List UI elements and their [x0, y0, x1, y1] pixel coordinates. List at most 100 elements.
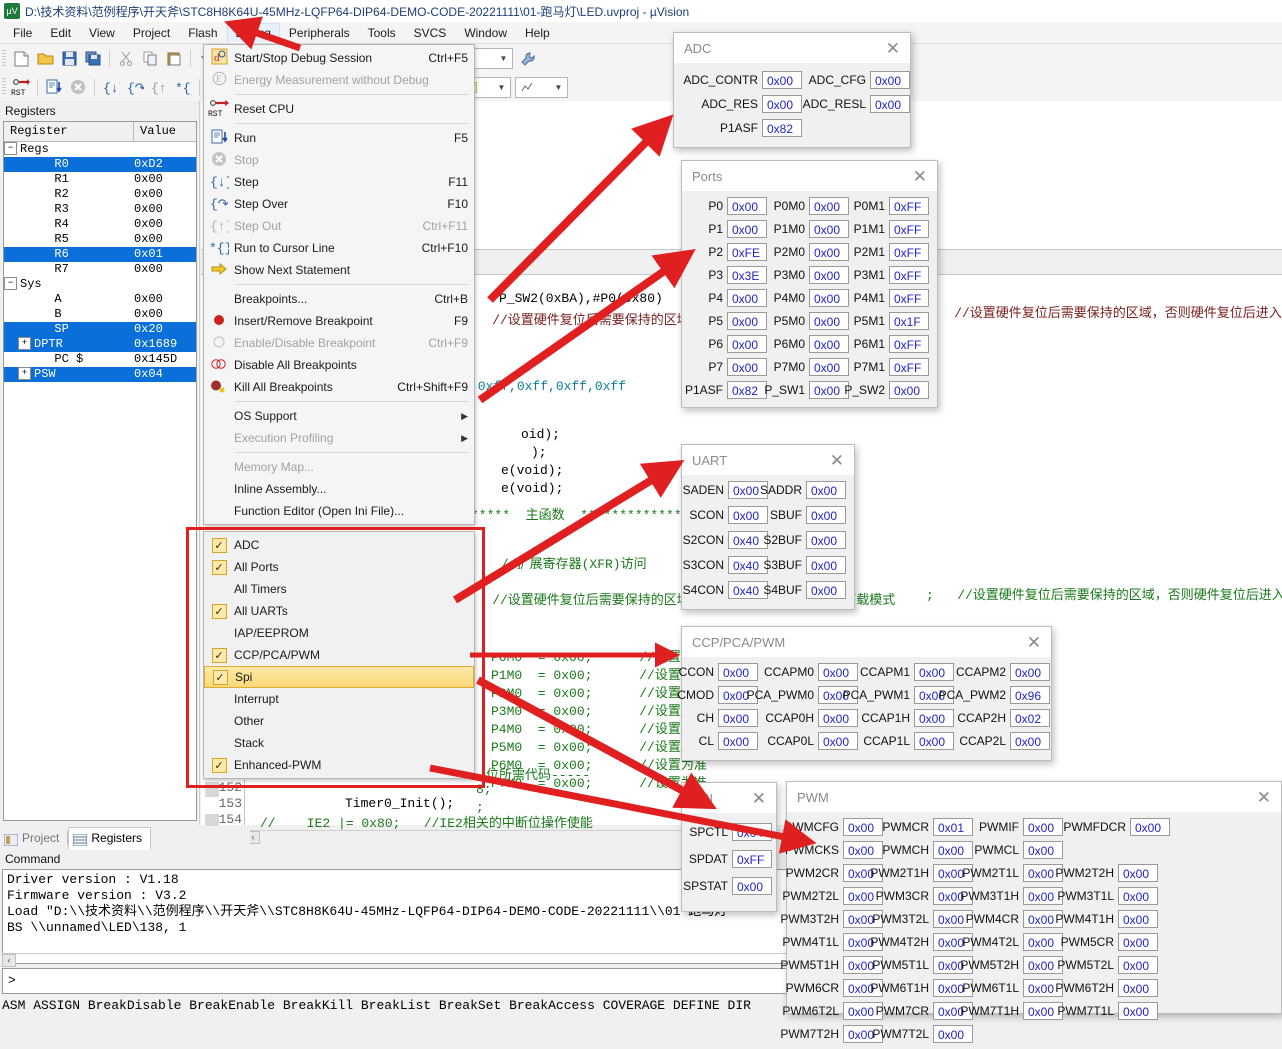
field-spctl[interactable]: SPCTL 0x04 — [686, 823, 772, 841]
field-value[interactable]: 0x00 — [727, 220, 767, 238]
menu-help[interactable]: Help — [516, 23, 559, 43]
field-pwm7t2l[interactable]: PWM7T2L 0x00 — [872, 1025, 973, 1043]
open-folder-icon[interactable] — [34, 48, 56, 70]
field-value[interactable]: 0x00 — [1118, 956, 1158, 974]
field-pwm5cr[interactable]: PWM5CR 0x00 — [1061, 933, 1158, 951]
expand-icon[interactable]: + — [18, 337, 31, 351]
field-pwm5t2l[interactable]: PWM5T2L 0x00 — [1057, 956, 1158, 974]
field-value[interactable]: 0x40 — [728, 531, 768, 549]
field-value[interactable]: 0x00 — [818, 732, 858, 750]
menu-item-start-stop-debug[interactable]: d Start/Stop Debug Session Ctrl+F5 — [204, 47, 474, 69]
spi-dialog[interactable]: SPI ✕ SPCTL 0x04 SPDAT 0xFF SPSTAT 0x00 — [681, 782, 777, 912]
field-p6[interactable]: P6 0x00 — [690, 335, 767, 353]
table-row[interactable]: B 0x00 — [4, 307, 196, 322]
field-adc-contr[interactable]: ADC_CONTR 0x00 — [683, 71, 802, 89]
field-value[interactable]: 0x00 — [809, 243, 849, 261]
field-pwmif[interactable]: PWMIF 0x00 — [973, 818, 1063, 836]
menu-item-run-to-cursor[interactable]: *{} Run to Cursor Line Ctrl+F10 — [204, 237, 474, 259]
field-pwmcr[interactable]: PWMCR 0x01 — [882, 818, 973, 836]
field-ccap0l[interactable]: CCAP0L 0x00 — [758, 732, 858, 750]
field-value[interactable]: 0x00 — [727, 358, 767, 376]
field-value[interactable]: 0x00 — [870, 71, 910, 89]
field-value[interactable]: 0x00 — [809, 381, 849, 399]
scroll-left-icon[interactable]: ‹ — [2, 954, 16, 967]
copy-icon[interactable] — [139, 48, 161, 70]
field-value[interactable]: 0x00 — [732, 877, 772, 895]
close-icon[interactable]: ✕ — [1023, 634, 1045, 651]
table-row[interactable]: + PSW 0x04 — [4, 367, 196, 382]
field-value[interactable]: 0x00 — [914, 732, 954, 750]
field-p7[interactable]: P7 0x00 — [690, 358, 767, 376]
field-saddr[interactable]: SADDR 0x00 — [760, 481, 846, 499]
field-value[interactable]: 0x00 — [718, 709, 758, 727]
field-value[interactable]: 0x00 — [1118, 887, 1158, 905]
field-value[interactable]: 0x00 — [1023, 818, 1063, 836]
ccp-dialog-titlebar[interactable]: CCP/PCA/PWM ✕ — [682, 627, 1051, 657]
uart-dialog[interactable]: UART ✕ SADEN 0x00 SADDR 0x00 SCON 0x00 SBUF 0x0… — [681, 444, 855, 610]
step-over-icon[interactable]: {↷} — [124, 76, 146, 98]
field-p3[interactable]: P3 0x3E — [690, 266, 767, 284]
field-value[interactable]: 0x01 — [933, 818, 973, 836]
field-pwm4t2h[interactable]: PWM4T2H 0x00 — [870, 933, 973, 951]
field-value[interactable]: 0x00 — [843, 841, 883, 859]
field-value[interactable]: 0x00 — [728, 506, 768, 524]
field-value[interactable]: 0x00 — [1118, 864, 1158, 882]
field-value[interactable]: 0xFF — [889, 197, 929, 215]
adc-dialog[interactable]: ADC ✕ ADC_CONTR 0x00 ADC_CFG 0x00 ADC_RE… — [673, 32, 911, 148]
toolbar-grip[interactable] — [2, 49, 6, 68]
table-row[interactable]: R5 0x00 — [4, 232, 196, 247]
menu-item-run[interactable]: Run F5 — [204, 127, 474, 149]
field-s2buf[interactable]: S2BUF 0x00 — [763, 531, 846, 549]
field-value[interactable]: 0x82 — [727, 381, 767, 399]
field-p3m0[interactable]: P3M0 0x00 — [767, 266, 849, 284]
field-value[interactable]: 0x00 — [870, 95, 910, 113]
menu-item-step-over[interactable]: {↷} Step Over F10 — [204, 193, 474, 215]
table-row[interactable]: R4 0x00 — [4, 217, 196, 232]
tab-project[interactable]: Project — [0, 828, 67, 848]
field-p4[interactable]: P4 0x00 — [690, 289, 767, 307]
field-p1asf[interactable]: P1ASF 0x82 — [684, 119, 802, 137]
spi-dialog-titlebar[interactable]: SPI ✕ — [682, 783, 776, 813]
field-value[interactable]: 0x00 — [806, 531, 846, 549]
field-value[interactable]: 0xFF — [889, 358, 929, 376]
field-ccap2l[interactable]: CCAP2L 0x00 — [954, 732, 1050, 750]
toolbar-grip[interactable] — [2, 78, 6, 96]
field-adc-res[interactable]: ADC_RES 0x00 — [684, 95, 802, 113]
menu-item-show-next-statement[interactable]: Show Next Statement — [204, 259, 474, 281]
field-value[interactable]: 0x00 — [889, 381, 929, 399]
field-ccon[interactable]: CCON 0x00 — [679, 663, 758, 681]
field-value[interactable]: 0x00 — [762, 71, 802, 89]
field-pwmcks[interactable]: PWMCKS 0x00 — [785, 841, 883, 859]
field-p2m1[interactable]: P2M1 0xFF — [849, 243, 929, 261]
field-value[interactable]: 0x00 — [727, 335, 767, 353]
field-value[interactable]: 0x00 — [718, 732, 758, 750]
menu-item-disable-all-breakpoints[interactable]: Disable All Breakpoints — [204, 354, 474, 376]
field-value[interactable]: 0x00 — [809, 197, 849, 215]
field-p1m1[interactable]: P1M1 0xFF — [849, 220, 929, 238]
close-icon[interactable]: ✕ — [826, 452, 848, 469]
field-pwm5t2h[interactable]: PWM5T2H 0x00 — [960, 956, 1063, 974]
field-value[interactable]: 0x00 — [806, 506, 846, 524]
field-cl[interactable]: CL 0x00 — [686, 732, 758, 750]
field-p2m0[interactable]: P2M0 0x00 — [767, 243, 849, 261]
field-pwm2t2l[interactable]: PWM2T2L 0x00 — [782, 887, 883, 905]
field-p0m1[interactable]: P0M1 0xFF — [849, 197, 929, 215]
field-ccapm2[interactable]: CCAPM2 0x00 — [954, 663, 1050, 681]
field-value[interactable]: 0x00 — [818, 663, 858, 681]
chevron-down-icon[interactable]: ▼ — [495, 83, 508, 92]
field-pwm6t1l[interactable]: PWM6T1L 0x00 — [962, 979, 1063, 997]
field-scon[interactable]: SCON 0x00 — [688, 506, 768, 524]
field-s3buf[interactable]: S3BUF 0x00 — [763, 556, 846, 574]
menu-item-inline-assembly[interactable]: Inline Assembly... — [204, 478, 474, 500]
step-icon[interactable]: {↓} — [100, 76, 122, 98]
field-value[interactable]: 0x00 — [1118, 979, 1158, 997]
field-value[interactable]: 0x00 — [809, 289, 849, 307]
expand-icon[interactable]: + — [18, 367, 31, 381]
field-p6m1[interactable]: P6M1 0xFF — [849, 335, 929, 353]
collapse-icon[interactable]: − — [4, 277, 17, 291]
field-pwm2t1l[interactable]: PWM2T1L 0x00 — [962, 864, 1063, 882]
field-pwmch[interactable]: PWMCH 0x00 — [882, 841, 973, 859]
field-value[interactable]: 0x00 — [806, 581, 846, 599]
menu-view[interactable]: View — [80, 23, 124, 43]
menu-item-kill-all-breakpoints[interactable]: Kill All Breakpoints Ctrl+Shift+F9 — [204, 376, 474, 398]
